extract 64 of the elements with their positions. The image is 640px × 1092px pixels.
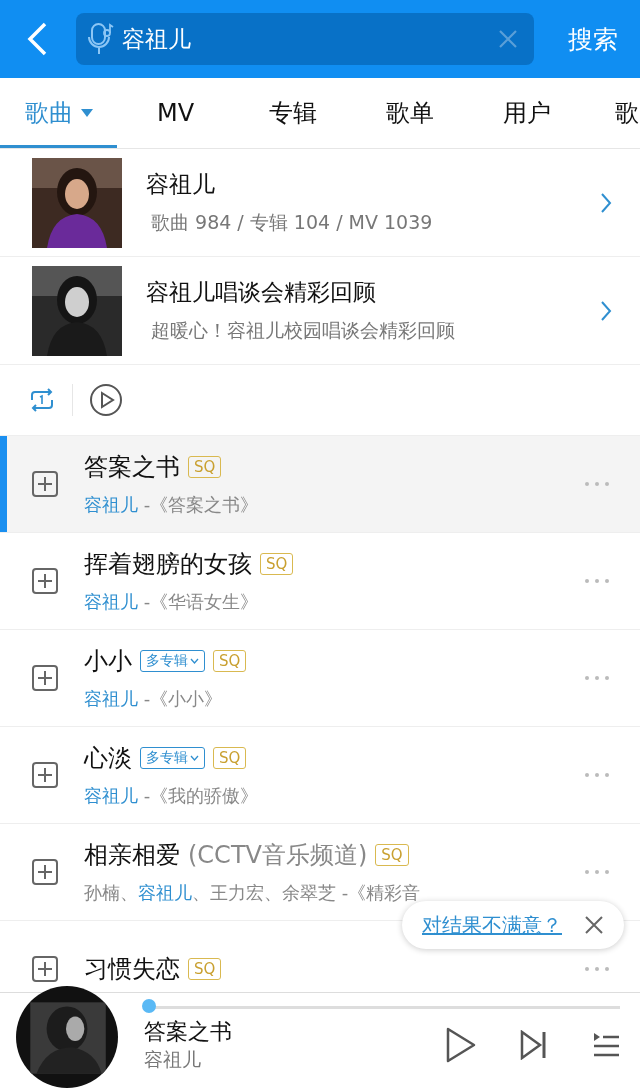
quality-badge: SQ [375,844,409,866]
song-row[interactable]: 心淡 多专辑 SQ 容祖儿 -《我的骄傲》 [0,727,640,824]
more-icon[interactable] [584,966,610,972]
add-icon[interactable] [32,568,58,594]
repeat-one-icon[interactable] [28,387,56,413]
add-icon[interactable] [32,859,58,885]
tab[interactable]: 专辑 [234,78,351,148]
tab[interactable]: MV [117,78,234,148]
dropdown-icon [80,109,93,117]
song-artist-album: 容祖儿 -《华语女生》 [84,590,260,614]
song-artist-album: 容祖儿 -《小小》 [84,687,224,711]
quality-badge: SQ [260,553,294,575]
player-title: 答案之书 [144,1018,233,1046]
more-icon[interactable] [584,578,610,584]
quality-badge: SQ [213,747,247,769]
add-icon[interactable] [32,956,58,982]
back-icon[interactable] [26,21,48,57]
quality-badge: SQ [213,650,247,672]
song-artist-album: 容祖儿 -《答案之书》 [84,493,260,517]
chevron-right-icon[interactable] [600,191,612,214]
song-title: 习惯失恋 [84,954,180,985]
song-row[interactable]: 挥着翅膀的女孩 SQ 容祖儿 -《华语女生》 [0,533,640,630]
caret-icon [190,755,199,761]
tab[interactable]: 歌单 [351,78,468,148]
microphone-icon[interactable] [88,22,114,56]
song-artist-album: 孙楠、容祖儿、王力宏、余翠芝 -《精彩音 [84,881,422,905]
quality-badge: SQ [188,958,222,980]
player-artist: 容祖儿 [144,1047,202,1072]
song-title: 小小 [84,646,132,677]
song-row[interactable]: 答案之书 SQ 容祖儿 -《答案之书》 [0,436,640,533]
song-note: (CCTV音乐频道) [188,840,368,871]
quality-badge: SQ [188,456,222,478]
album-dropdown[interactable]: 多专辑 [140,650,205,672]
play-icon[interactable] [446,1027,476,1063]
song-title: 相亲相爱 [84,840,180,871]
song-artist-album: 容祖儿 -《我的骄傲》 [84,784,260,808]
add-icon[interactable] [32,762,58,788]
song-title: 挥着翅膀的女孩 [84,549,252,580]
song-row[interactable]: 小小 多专辑 SQ 容祖儿 -《小小》 [0,630,640,727]
tab[interactable]: 歌曲 [0,78,117,148]
tab[interactable]: 歌 [585,78,639,148]
tab[interactable]: 用户 [468,78,585,148]
song-title: 心淡 [84,743,132,774]
more-icon[interactable] [584,869,610,875]
search-field[interactable]: 容祖儿 [76,13,534,65]
caret-icon [190,658,199,664]
close-icon[interactable] [584,915,604,935]
card-title: 容祖儿 [146,170,216,199]
album-dropdown[interactable]: 多专辑 [140,747,205,769]
clear-icon[interactable] [498,29,518,49]
play-circle-icon[interactable] [89,383,123,417]
next-icon[interactable] [520,1030,548,1060]
add-icon[interactable] [32,665,58,691]
chevron-right-icon[interactable] [600,299,612,322]
more-icon[interactable] [584,772,610,778]
progress-thumb[interactable] [141,999,156,1013]
more-icon[interactable] [584,675,610,681]
card-subtitle: 超暖心！容祖儿校园唱谈会精彩回顾 [150,318,456,343]
song-title: 答案之书 [84,452,180,483]
card-subtitle: 歌曲 984 / 专辑 104 / MV 1039 [150,210,434,235]
playlist-icon[interactable] [592,1031,620,1059]
add-icon[interactable] [32,471,58,497]
card-title: 容祖儿唱谈会精彩回顾 [146,278,377,307]
search-input[interactable]: 容祖儿 [122,26,490,52]
